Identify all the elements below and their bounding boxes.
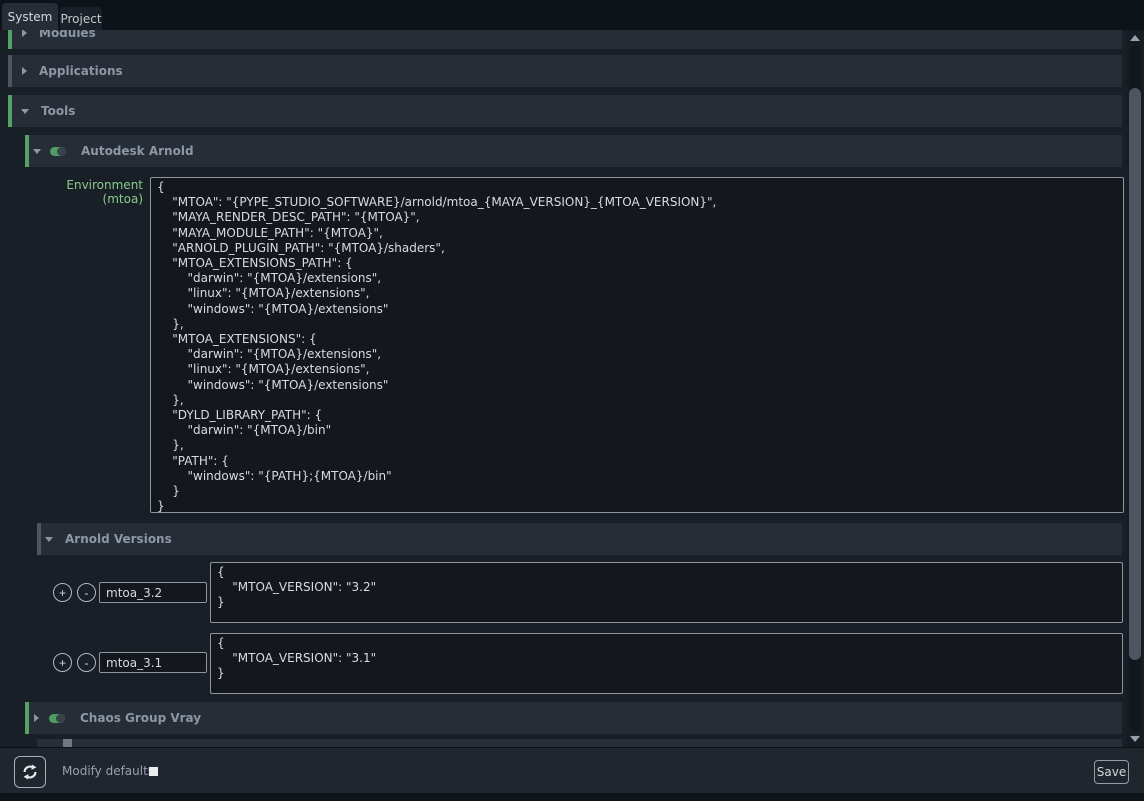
chevron-right-icon xyxy=(22,67,27,75)
environment-mtoa-label: Environment (mtoa) xyxy=(25,178,143,206)
save-button[interactable]: Save xyxy=(1094,760,1129,784)
environment-mtoa-editor[interactable]: { "MTOA": "{PYPE_STUDIO_SOFTWARE}/arnold… xyxy=(150,177,1124,513)
modify-defaults-checkbox[interactable] xyxy=(149,767,158,776)
modified-indicator xyxy=(8,30,12,49)
version-value-editor[interactable]: { "MTOA_VERSION": "3.2" } xyxy=(210,562,1123,623)
chevron-down-icon xyxy=(45,537,53,542)
modified-indicator xyxy=(25,702,29,734)
tab-system[interactable]: System xyxy=(2,3,58,30)
chevron-right-icon xyxy=(34,714,39,722)
section-label: Autodesk Arnold xyxy=(81,144,194,158)
section-header-applications[interactable]: Applications xyxy=(8,55,1122,87)
section-label: Arnold Versions xyxy=(65,532,172,546)
section-header-modules[interactable]: Modules xyxy=(8,30,1122,49)
scrollbar-thumb[interactable] xyxy=(1129,88,1141,660)
chevron-down-icon xyxy=(33,149,41,154)
arrow-up-icon xyxy=(1130,35,1140,41)
settings-window: Modules Applications Tools Autodesk Arno… xyxy=(0,0,1144,801)
footer-bar: Modify defaults Save xyxy=(0,747,1144,793)
vertical-scrollbar[interactable] xyxy=(1127,30,1143,747)
tab-label: System xyxy=(8,10,53,24)
settings-scroll-area: Modules Applications Tools Autodesk Arno… xyxy=(0,30,1144,747)
modified-indicator xyxy=(8,55,12,87)
section-label: Tools xyxy=(41,104,75,118)
refresh-icon xyxy=(21,762,39,782)
section-header-autodesk-arnold[interactable]: Autodesk Arnold xyxy=(25,135,1122,167)
partial-section-header xyxy=(37,739,1122,747)
add-version-button[interactable]: + xyxy=(53,653,72,672)
version-value-editor[interactable]: { "MTOA_VERSION": "3.1" } xyxy=(210,633,1123,694)
tab-project[interactable]: Project xyxy=(60,7,102,30)
version-key-input[interactable] xyxy=(99,582,207,603)
section-label: Chaos Group Vray xyxy=(80,711,201,725)
section-header-arnold-versions[interactable]: Arnold Versions xyxy=(37,523,1122,555)
section-header-tools[interactable]: Tools xyxy=(8,95,1122,127)
toggle-knob xyxy=(56,714,65,723)
version-key-input[interactable] xyxy=(99,652,207,673)
arrow-down-icon xyxy=(1130,736,1140,742)
modified-indicator xyxy=(25,135,29,167)
arnold-enabled-toggle[interactable] xyxy=(50,147,66,156)
partial-widget xyxy=(63,739,72,747)
toggle-knob xyxy=(57,147,66,156)
remove-version-button[interactable]: - xyxy=(77,583,96,602)
tab-bar: System Project xyxy=(0,0,1144,30)
modify-defaults-label: Modify defaults xyxy=(62,748,154,794)
section-label: Modules xyxy=(39,30,96,40)
modified-indicator xyxy=(8,95,12,127)
refresh-button[interactable] xyxy=(14,756,46,788)
chevron-right-icon xyxy=(22,30,27,37)
add-version-button[interactable]: + xyxy=(53,583,72,602)
modified-indicator xyxy=(37,523,41,555)
scroll-down-button[interactable] xyxy=(1127,731,1143,747)
chevron-down-icon xyxy=(21,109,29,114)
scroll-up-button[interactable] xyxy=(1127,30,1143,46)
vray-enabled-toggle[interactable] xyxy=(49,714,65,723)
section-label: Applications xyxy=(39,64,123,78)
tab-label: Project xyxy=(60,12,101,26)
section-header-chaos-group-vray[interactable]: Chaos Group Vray xyxy=(25,702,1122,734)
remove-version-button[interactable]: - xyxy=(77,653,96,672)
